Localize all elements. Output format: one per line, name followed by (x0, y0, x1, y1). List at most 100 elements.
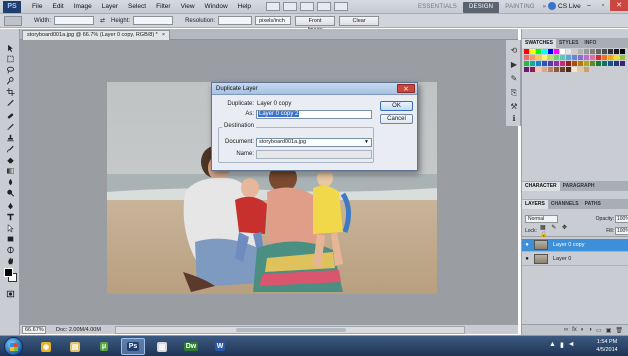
layer-row-layer-0-copy[interactable]: ● Layer 0 copy (522, 239, 628, 252)
color-swatch[interactable] (608, 55, 613, 60)
color-swatch[interactable] (614, 61, 619, 66)
tab-paths[interactable]: PATHS (582, 200, 604, 209)
color-swatch[interactable] (524, 55, 529, 60)
tray-arrow-icon[interactable]: ▲ (549, 341, 556, 349)
network-icon[interactable]: ▮ (560, 341, 564, 349)
close-tab-icon[interactable]: × (162, 31, 165, 40)
tab-styles[interactable]: STYLES (556, 39, 581, 48)
color-swatch[interactable] (584, 49, 589, 54)
name-input[interactable] (256, 150, 372, 159)
menu-file[interactable]: File (27, 0, 47, 14)
color-swatch[interactable] (596, 55, 601, 60)
color-swatch[interactable] (596, 49, 601, 54)
blur-tool-icon[interactable] (5, 177, 16, 186)
color-swatch[interactable] (614, 49, 619, 54)
dodge-tool-icon[interactable] (5, 188, 16, 197)
dreamweaver-icon[interactable]: Dw (179, 338, 203, 355)
photoshop-icon[interactable]: Ps (121, 338, 145, 355)
color-swatch[interactable] (572, 55, 577, 60)
blend-mode-select[interactable]: Normal (525, 215, 558, 223)
document-tab[interactable]: storyboard001a.jpg @ 66.7% (Layer 0 copy… (22, 30, 171, 40)
color-swatch[interactable] (584, 67, 589, 72)
color-swatch[interactable] (554, 55, 559, 60)
mini-bridge-button[interactable] (283, 2, 298, 11)
history-panel-icon[interactable]: ⟲ (509, 46, 519, 55)
color-swatch[interactable] (542, 55, 547, 60)
color-swatch[interactable] (602, 61, 607, 66)
color-swatch[interactable] (536, 55, 541, 60)
color-swatch[interactable] (572, 61, 577, 66)
color-swatch[interactable] (620, 61, 625, 66)
lasso-tool-icon[interactable] (5, 65, 16, 74)
opacity-field[interactable]: 100% (615, 215, 628, 223)
folder-icon[interactable]: ▤ (63, 338, 87, 355)
close-button[interactable]: ✕ (610, 0, 628, 11)
horizontal-scrollbar[interactable] (114, 325, 465, 334)
adjustment-layer-icon[interactable]: ◑ (588, 327, 592, 333)
color-swatch[interactable] (560, 67, 565, 72)
color-swatch[interactable] (560, 55, 565, 60)
cs-live-button[interactable]: CS Live (548, 2, 581, 10)
color-swatch[interactable] (602, 55, 607, 60)
zoom-level-field[interactable]: 66.67% (22, 325, 46, 334)
delete-layer-icon[interactable]: 🗑 (615, 327, 623, 334)
tab-swatches[interactable]: SWATCHES (522, 39, 556, 48)
tab-channels[interactable]: CHANNELS (548, 200, 582, 209)
gradient-tool-icon[interactable] (5, 166, 16, 175)
menu-window[interactable]: Window (200, 0, 233, 14)
eraser-tool-icon[interactable] (5, 155, 16, 164)
dialog-titlebar[interactable]: Duplicate Layer ✕ (212, 83, 417, 95)
word-icon[interactable]: W (208, 338, 232, 355)
quick-selection-tool-icon[interactable] (5, 76, 16, 85)
color-swatch[interactable] (620, 49, 625, 54)
shape-tool-icon[interactable] (5, 234, 16, 243)
color-swatch[interactable] (608, 49, 613, 54)
zoom-level-select[interactable] (300, 2, 315, 11)
volume-icon[interactable]: ◄ (568, 341, 575, 349)
tab-paragraph[interactable]: PARAGRAPH (560, 182, 598, 191)
color-swatch[interactable] (554, 61, 559, 66)
color-swatch[interactable] (530, 61, 535, 66)
link-layers-icon[interactable]: ∞ (564, 327, 568, 333)
color-swatch[interactable] (596, 61, 601, 66)
color-swatch[interactable] (536, 49, 541, 54)
color-swatch[interactable] (524, 61, 529, 66)
clone-stamp-tool-icon[interactable] (5, 133, 16, 142)
menu-filter[interactable]: Filter (151, 0, 175, 14)
color-swatch[interactable] (590, 61, 595, 66)
color-swatch[interactable] (554, 49, 559, 54)
cancel-button[interactable]: Cancel (380, 114, 413, 124)
resolution-unit-select[interactable]: pixels/inch (255, 16, 292, 25)
color-swatch[interactable] (578, 49, 583, 54)
workspace-design[interactable]: DESIGN (463, 1, 500, 13)
color-swatch[interactable] (578, 55, 583, 60)
color-swatch[interactable] (542, 67, 547, 72)
color-swatch[interactable] (572, 49, 577, 54)
layer-style-icon[interactable]: fx (572, 327, 577, 333)
as-name-input[interactable]: Layer 0 copy 2 (256, 110, 372, 119)
menu-select[interactable]: Select (123, 0, 151, 14)
actions-panel-icon[interactable]: ▶ (509, 60, 519, 69)
color-swatch[interactable] (602, 49, 607, 54)
chrome-icon[interactable]: ◉ (34, 338, 58, 355)
history-brush-tool-icon[interactable] (5, 144, 16, 153)
new-layer-icon[interactable]: ▣ (606, 327, 612, 334)
visibility-eye-icon[interactable]: ● (522, 256, 532, 262)
screen-mode-button[interactable] (334, 2, 349, 11)
ok-button[interactable]: OK (380, 101, 413, 111)
workspace-essentials[interactable]: ESSENTIALS (412, 4, 463, 10)
3d-rotate-tool-icon[interactable] (5, 245, 16, 254)
color-swatch[interactable] (542, 61, 547, 66)
color-swatch[interactable] (584, 55, 589, 60)
minimize-button[interactable]: – (582, 0, 596, 11)
color-swatch[interactable] (590, 49, 595, 54)
color-swatch[interactable] (584, 61, 589, 66)
restore-button[interactable]: ▫ (596, 0, 610, 11)
start-button[interactable] (4, 337, 23, 356)
color-swatch[interactable] (542, 49, 547, 54)
color-swatch[interactable] (572, 67, 577, 72)
info-panel-icon[interactable]: ℹ (509, 114, 519, 123)
width-input[interactable] (54, 16, 95, 25)
tool-presets-panel-icon[interactable]: ⚒ (509, 102, 519, 111)
tab-layers[interactable]: LAYERS (522, 200, 548, 209)
